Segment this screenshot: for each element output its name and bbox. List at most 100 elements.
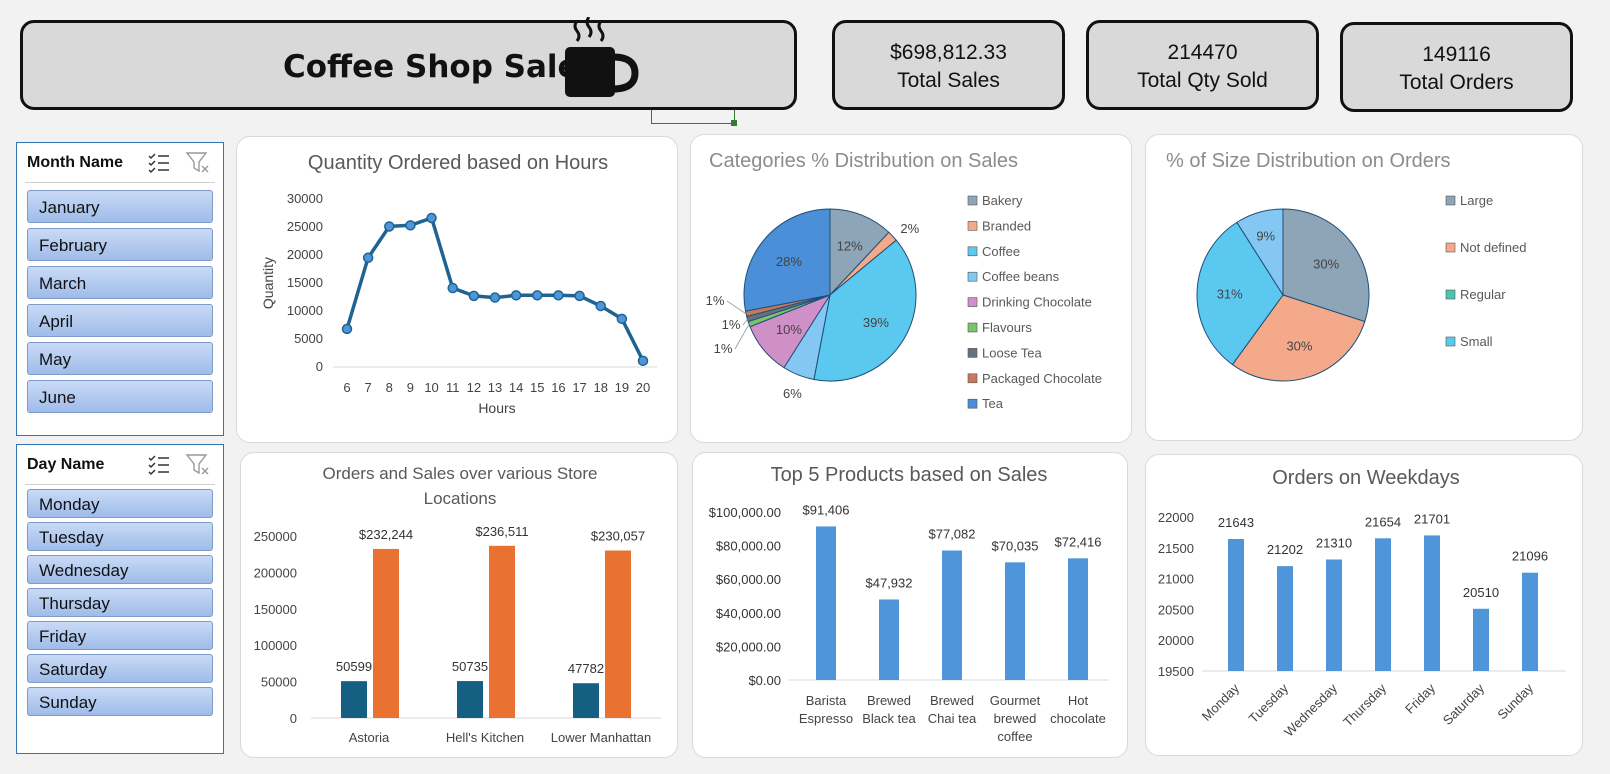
data-label: 47782 [568, 661, 604, 676]
data-label: 21202 [1267, 542, 1303, 557]
kpi-value: 214470 [1167, 41, 1238, 64]
bar [1424, 535, 1440, 671]
legend-swatch [967, 322, 978, 333]
slice-label: 2% [900, 221, 919, 236]
legend-label: Coffee [982, 244, 1020, 259]
bar [816, 526, 836, 680]
stores-bar-chart: Orders and Sales over various Store Locat… [254, 464, 661, 745]
leader-line [742, 318, 748, 326]
kpi-label: Total Orders [1399, 71, 1514, 94]
data-label: 50599 [336, 659, 372, 674]
data-point [405, 220, 416, 231]
data-label: $70,035 [992, 538, 1039, 553]
x-tick-label: 6 [343, 380, 350, 395]
data-label: $47,932 [866, 575, 913, 590]
bar [1277, 566, 1293, 671]
kpi-label: Total Sales [897, 69, 1000, 92]
chart-title: % of Size Distribution on Orders [1166, 150, 1451, 172]
clear-filter-icon[interactable] [185, 150, 211, 176]
legend-label: Drinking Chocolate [982, 295, 1092, 310]
bar [489, 545, 515, 718]
x-tick-label: 14 [509, 380, 523, 395]
connector-handle [731, 120, 737, 126]
x-tick-label: 17 [572, 380, 586, 395]
slicer-item-january[interactable]: January [27, 190, 213, 223]
slicer-item-april[interactable]: April [27, 304, 213, 337]
multi-select-icon[interactable] [147, 151, 171, 175]
slice-label: 6% [783, 386, 802, 401]
x-tick-label: 9 [407, 380, 414, 395]
slicer-header: Month Name [25, 143, 215, 183]
data-label: 21310 [1316, 536, 1352, 551]
slicer-item-june[interactable]: June [27, 380, 213, 413]
stores-chart-card: Orders and Sales over various Store Locat… [240, 452, 678, 758]
bar [605, 550, 631, 718]
legend-swatch [1445, 336, 1456, 347]
bar [1228, 538, 1244, 671]
slice-label: 30% [1286, 339, 1312, 354]
y-tick-label: 0 [290, 711, 297, 726]
legend-label: Bakery [982, 193, 1023, 208]
month-slicer: Month Name January February March April … [16, 142, 224, 436]
slicer-item-monday[interactable]: Monday [27, 489, 213, 518]
data-label: $232,244 [359, 527, 413, 542]
slicer-item-march[interactable]: March [27, 266, 213, 299]
weekdays-chart-card: Orders on Weekdays 22000 21500 21000 20500 20… [1145, 454, 1583, 756]
category-label: Espresso [799, 711, 853, 726]
legend-swatch [967, 348, 978, 358]
slicer-item-sunday[interactable]: Sunday [27, 687, 213, 716]
slice-label: 1% [714, 341, 733, 356]
legend-swatch [1445, 289, 1456, 300]
slicer-item-saturday[interactable]: Saturday [27, 654, 213, 683]
category-label: Tuesday [1246, 680, 1292, 726]
clear-filter-icon[interactable] [185, 452, 211, 478]
data-label: $236,511 [475, 524, 528, 539]
y-tick-label: 15000 [287, 275, 323, 290]
slice-label: 9% [1256, 229, 1275, 244]
data-point [510, 290, 522, 301]
y-tick-label: 25000 [287, 219, 323, 234]
bar [457, 681, 483, 718]
categories-chart-card: Categories % Distribution on Sales 12% 39%… [690, 134, 1132, 443]
y-tick-label: 100000 [254, 638, 297, 653]
data-point [532, 290, 543, 301]
dashboard-title: Coffee Shop Sales [283, 49, 598, 85]
legend-label: Not defined [1460, 240, 1527, 255]
slicer-item-wednesday[interactable]: Wednesday [27, 555, 213, 584]
legend-label: Regular [1460, 287, 1506, 302]
slicer-item-tuesday[interactable]: Tuesday [27, 522, 213, 551]
bar [1068, 558, 1088, 680]
bar [879, 599, 899, 680]
slicer-item-may[interactable]: May [27, 342, 213, 375]
data-point [574, 290, 585, 302]
x-tick-label: 12 [467, 380, 481, 395]
y-tick-label: $40,000.00 [716, 606, 781, 621]
y-tick-label: 20000 [1158, 633, 1194, 648]
coffee-cup-icon [565, 17, 639, 97]
legend-label: Branded [982, 218, 1031, 233]
category-label: Sunday [1494, 680, 1536, 722]
data-point [553, 290, 564, 301]
slicer-item-thursday[interactable]: Thursday [27, 588, 213, 617]
y-tick-label: 0 [316, 359, 323, 374]
category-label: Chai tea [928, 711, 977, 726]
slice-label: 30% [1313, 257, 1339, 272]
slicer-item-february[interactable]: February [27, 228, 213, 261]
kpi-total-sales: $698,812.33 Total Sales [832, 20, 1065, 110]
y-axis-label: Quantity [260, 257, 276, 309]
legend-label: Large [1460, 193, 1493, 208]
data-point [341, 323, 353, 335]
y-tick-label: 5000 [294, 331, 323, 346]
hours-line-chart: Quantity Ordered based on Hours 30000 2500… [260, 152, 657, 416]
multi-select-icon[interactable] [147, 453, 171, 477]
kpi-total-orders: 149116 Total Orders [1340, 22, 1573, 112]
y-tick-label: $0.00 [748, 673, 781, 688]
kpi-value: 149116 [1422, 43, 1491, 66]
y-tick-label: $20,000.00 [716, 639, 781, 654]
data-label: 50735 [452, 659, 488, 674]
data-point [637, 355, 649, 367]
y-tick-label: 10000 [287, 303, 323, 318]
slicer-item-friday[interactable]: Friday [27, 621, 213, 650]
data-point [447, 282, 458, 294]
category-label: Astoria [349, 730, 390, 745]
